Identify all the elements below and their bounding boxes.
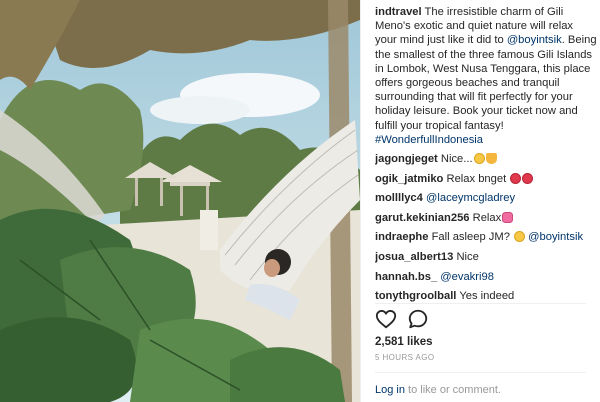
post-actions — [375, 308, 429, 332]
comment-item: tonythgroolball Yes indeed — [375, 289, 597, 303]
comment-item: ogik_jatmiko Relax bnget — [375, 172, 597, 186]
comment-username[interactable]: tonythgroolball — [375, 290, 456, 302]
post-timestamp: 5 HOURS AGO — [375, 353, 435, 362]
comment-text: Fall asleep JM? — [431, 231, 510, 244]
login-prompt: Log in to like or comment. — [375, 384, 501, 396]
thumbs-up-emoji-icon — [485, 153, 497, 165]
comment-username[interactable]: garut.kekinian256 — [375, 212, 470, 224]
comment-text: Yes indeed — [459, 290, 515, 303]
comment-text: Relax bnget — [446, 172, 507, 185]
comment-text: Relax — [472, 211, 502, 224]
comment-item: jagongjeget Nice... — [375, 152, 597, 166]
comment-mention[interactable]: @laceymcgladrey — [426, 192, 515, 204]
comment-username[interactable]: mollllyc4 — [375, 192, 423, 204]
caption-hashtag[interactable]: #WonderfullIndonesia — [375, 134, 483, 146]
beach-hammock-photo — [0, 0, 360, 402]
comments-list: indtravel The irresistible charm of Gili… — [375, 5, 597, 303]
grimace-emoji-icon — [514, 231, 526, 243]
comment-item: indraephe Fall asleep JM? @boyintsik — [375, 230, 597, 244]
caption-text-continued: . Being the smallest of the three famous… — [375, 34, 597, 132]
comment-mention[interactable]: @boyintsik — [528, 231, 583, 243]
comment-mention[interactable]: @evakri98 — [440, 271, 494, 283]
divider — [375, 303, 586, 304]
comment-item: josua_albert13 Nice — [375, 250, 597, 264]
comment-item: garut.kekinian256 Relax — [375, 211, 597, 225]
heart-eyes-emoji-icon — [510, 172, 522, 184]
divider — [375, 372, 586, 373]
login-link[interactable]: Log in — [375, 384, 405, 396]
post-caption: indtravel The irresistible charm of Gili… — [375, 5, 597, 147]
comment-username[interactable]: indraephe — [375, 231, 428, 243]
comment-item: mollllyc4 @laceymcgladrey — [375, 191, 597, 205]
comment-bubble-icon[interactable] — [407, 308, 429, 330]
post-photo — [0, 0, 360, 402]
heart-icon[interactable] — [375, 308, 397, 330]
comment-text: Nice — [456, 251, 479, 263]
comment-username[interactable]: josua_albert13 — [375, 251, 453, 263]
comment-username[interactable]: ogik_jatmiko — [375, 173, 443, 185]
comment-username[interactable]: jagongjeget — [375, 153, 438, 165]
smile-emoji-icon — [473, 153, 485, 165]
comment-text: Nice... — [440, 153, 473, 166]
login-prompt-text: to like or comment. — [404, 384, 501, 396]
flower-emoji-icon — [502, 211, 514, 223]
author-username[interactable]: indtravel — [375, 6, 422, 18]
caption-mention[interactable]: @boyintsik — [507, 34, 562, 46]
comment-item: hannah.bs_ @evakri98 — [375, 270, 597, 284]
comment-username[interactable]: hannah.bs_ — [375, 271, 437, 283]
post-details-panel: indtravel The irresistible charm of Gili… — [360, 0, 600, 402]
likes-count[interactable]: 2,581 likes — [375, 336, 433, 348]
heart-eyes-emoji-icon — [522, 172, 534, 184]
